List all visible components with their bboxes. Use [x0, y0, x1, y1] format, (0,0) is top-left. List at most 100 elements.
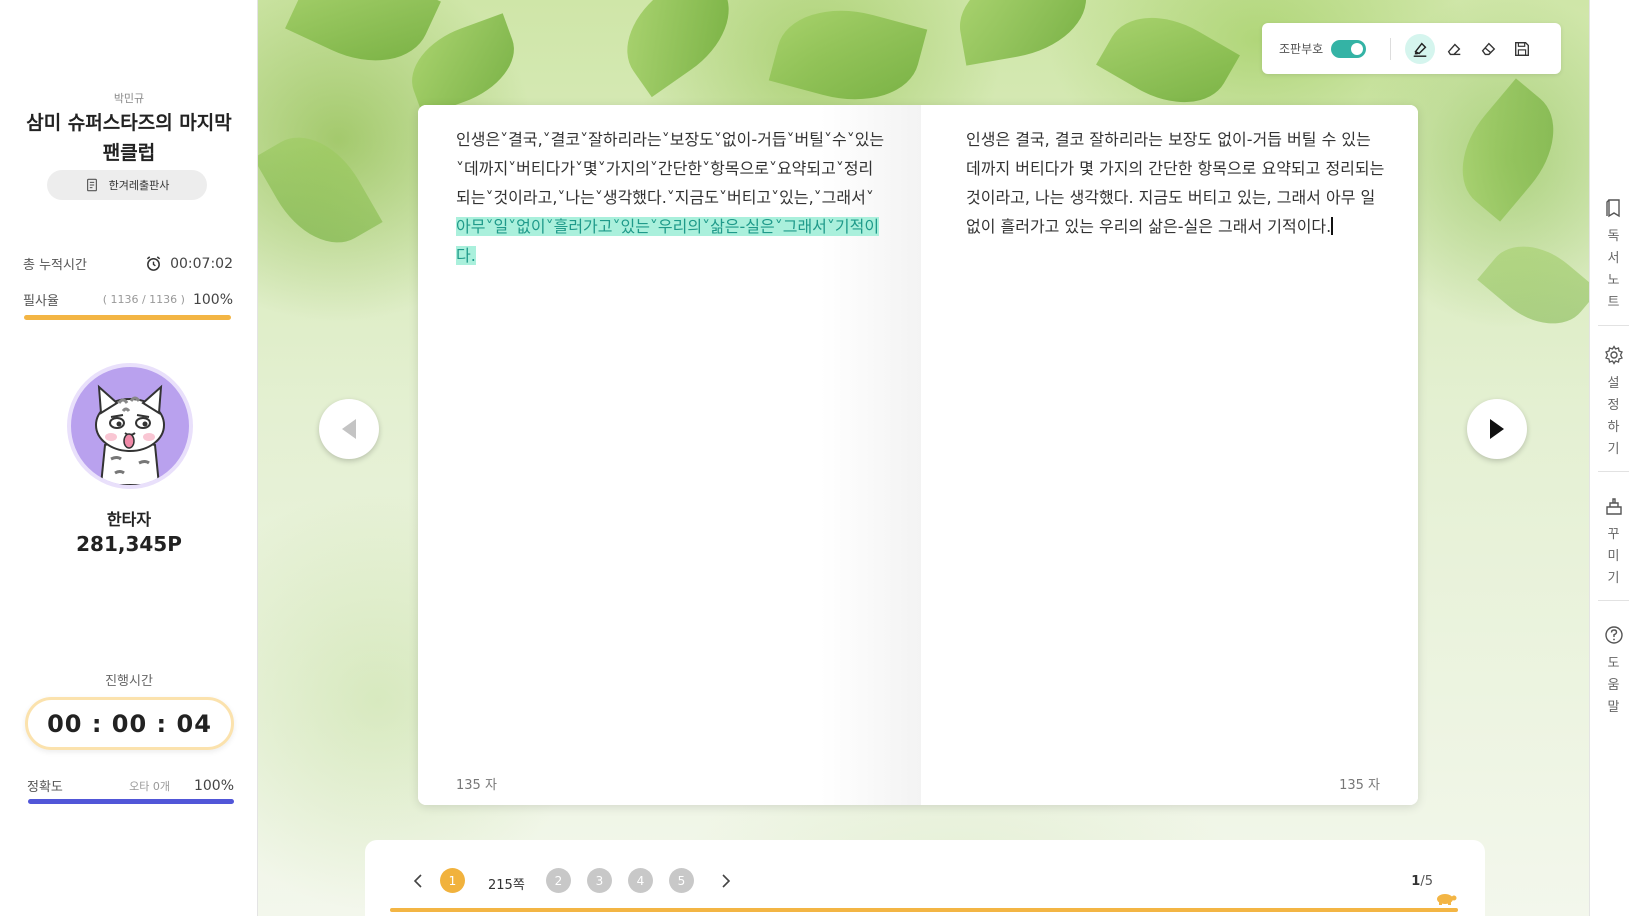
book-title: 삼미 슈퍼스타즈의 마지막 팬클럽 [26, 112, 232, 164]
page-dot-1[interactable]: 1 [440, 868, 465, 893]
copy-rate-label: 필사율 [23, 294, 59, 309]
source-text: 인생은˅결국,˅결코˅잘하리라는˅보장도˅없이-거듭˅버틸˅수˅있는˅데까지˅버… [456, 125, 886, 270]
progress-time-label: 진행시간 [105, 674, 153, 689]
right-char-count: 135 자 [1339, 778, 1380, 793]
alarm-clock-icon [146, 256, 161, 271]
chevron-left-icon[interactable] [412, 874, 424, 888]
next-page-button[interactable] [1467, 399, 1527, 459]
left-char-count: 135 자 [456, 778, 497, 793]
left-sidebar: 박민규 삼미 슈퍼스타즈의 마지막 팬클럽 한겨레출판사 총 누적시간 00:0… [0, 0, 258, 916]
settings-button[interactable]: 설 정 하 기 [1590, 345, 1636, 461]
page-dot-3[interactable]: 3 [587, 868, 612, 893]
typesetting-marks-label: 조판부호 [1279, 42, 1324, 56]
decorate-label-2: 미 [1607, 549, 1620, 564]
right-sidebar: 독 서 노 트 설 정 하 기 꾸 미 기 도 움 말 [1589, 0, 1636, 916]
accuracy-value: 100% [193, 777, 234, 794]
page-dot-2[interactable]: 2 [546, 868, 571, 893]
publisher-badge: 한겨레출판사 [47, 170, 207, 200]
page-dot-4[interactable]: 4 [628, 868, 653, 893]
source-text-highlight: 아무˅일˅없이˅흘러가고˅있는˅우리의˅삶은-실은˅그래서˅기적이다. [456, 217, 880, 265]
highlighter-icon [1413, 42, 1427, 57]
eraser-icon [1447, 43, 1461, 55]
receipt-icon [86, 178, 97, 192]
background-leaf [1438, 78, 1578, 222]
text-cursor [1331, 217, 1334, 235]
typesetting-marks-toggle[interactable] [1331, 39, 1367, 58]
decorate-label-3: 기 [1607, 571, 1620, 586]
decorate-label-1: 꾸 [1607, 527, 1620, 542]
accuracy-detail: 오타 0개 [129, 779, 170, 793]
settings-label-4: 기 [1607, 442, 1620, 457]
previous-page-button[interactable] [319, 399, 379, 459]
copy-rate-value: 100% [192, 291, 233, 308]
decorate-icon [1605, 498, 1622, 515]
help-label-1: 도 [1607, 656, 1620, 671]
eraser-all-button[interactable] [1473, 34, 1503, 64]
background-leaf [258, 118, 383, 262]
page-counter-current: 1 [1411, 874, 1421, 889]
typed-text: 인생은 결국, 결코 잘하리라는 보장도 없이-거듭 버틸 수 있는 데까지 버… [966, 130, 1385, 236]
reading-note-button[interactable]: 독 서 노 트 [1590, 198, 1636, 314]
typing-area[interactable]: 인생은 결국, 결코 잘하리라는 보장도 없이-거듭 버틸 수 있는 데까지 버… [966, 125, 1386, 241]
settings-label-3: 하 [1607, 420, 1620, 435]
page-counter-total: /5 [1420, 874, 1433, 889]
total-time-label: 총 누적시간 [23, 258, 87, 273]
annotation-toolbar: 조판부호 [1262, 23, 1561, 74]
page-counter: 1/5 [1411, 874, 1433, 889]
triangle-left-icon [342, 419, 356, 439]
rightbar-separator [1598, 325, 1629, 326]
turtle-icon [1437, 894, 1457, 905]
rightbar-separator [1598, 471, 1629, 472]
total-time-value-wrap: 00:07:02 [145, 255, 233, 272]
reading-progress-bar [390, 908, 1458, 912]
accuracy-bar [28, 799, 234, 804]
eraser-all-icon [1481, 42, 1496, 55]
user-name: 한타자 [106, 510, 152, 529]
book-author: 박민규 [113, 92, 145, 105]
background-leaf [1477, 226, 1589, 344]
pagination-bar: 1 215쪽 2 3 4 5 1/5 [365, 840, 1485, 916]
total-time-row: 총 누적시간 00:07:02 [23, 254, 233, 274]
avatar [67, 363, 193, 489]
help-icon [1604, 626, 1623, 644]
reading-note-label-2: 서 [1607, 251, 1620, 266]
background-leaf [768, 0, 928, 117]
decorate-button[interactable]: 꾸 미 기 [1590, 496, 1636, 590]
right-page[interactable]: 인생은 결국, 결코 잘하리라는 보장도 없이-거듭 버틸 수 있는 데까지 버… [921, 105, 1418, 805]
rightbar-separator [1598, 600, 1629, 601]
progress-timer: 00 : 00 : 04 [25, 697, 234, 750]
current-page-number: 215쪽 [488, 878, 525, 893]
page-dot-5[interactable]: 5 [669, 868, 694, 893]
highlighter-button[interactable] [1405, 33, 1436, 64]
accuracy-row: 정확도 오타 0개 100% [27, 776, 234, 796]
reading-note-label-1: 독 [1607, 229, 1620, 244]
cat-avatar-icon [95, 384, 165, 485]
accuracy-label: 정확도 [27, 780, 63, 795]
settings-label-2: 정 [1607, 398, 1620, 413]
user-points: 281,345P [76, 532, 182, 556]
publisher-name: 한겨레출판사 [108, 179, 170, 192]
toolbar-divider [1390, 37, 1392, 60]
reading-note-label-4: 트 [1607, 295, 1620, 310]
book-spread: 인생은˅결국,˅결코˅잘하리라는˅보장도˅없이-거듭˅버틸˅수˅있는˅데까지˅버… [418, 105, 1418, 805]
total-time-value: 00:07:02 [170, 255, 233, 272]
main-reading-area: 조판부호 인생은˅결국,˅결코˅잘하리라는˅보장도˅없이-거듭˅버틸˅수˅있는˅… [258, 0, 1589, 916]
settings-icon [1604, 345, 1623, 365]
background-leaf [951, 0, 1095, 66]
triangle-right-icon [1490, 419, 1504, 439]
help-button[interactable]: 도 움 말 [1590, 625, 1636, 719]
source-text-plain: 인생은˅결국,˅결코˅잘하리라는˅보장도˅없이-거듭˅버틸˅수˅있는˅데까지˅버… [456, 130, 885, 207]
eraser-button[interactable] [1439, 34, 1469, 64]
reading-note-label-3: 노 [1607, 273, 1620, 288]
copy-rate-row: 필사율 ( 1136 / 1136 ) 100% [23, 290, 233, 310]
help-label-3: 말 [1607, 700, 1620, 715]
save-icon [1515, 41, 1530, 56]
chevron-right-icon[interactable] [720, 874, 732, 888]
background-leaf [605, 0, 751, 98]
settings-label-1: 설 [1607, 376, 1620, 391]
left-page: 인생은˅결국,˅결코˅잘하리라는˅보장도˅없이-거듭˅버틸˅수˅있는˅데까지˅버… [418, 105, 921, 805]
copy-rate-detail: ( 1136 / 1136 ) [102, 293, 185, 306]
save-button[interactable] [1507, 34, 1537, 64]
help-label-2: 움 [1607, 678, 1620, 693]
book-note-icon [1605, 199, 1620, 218]
